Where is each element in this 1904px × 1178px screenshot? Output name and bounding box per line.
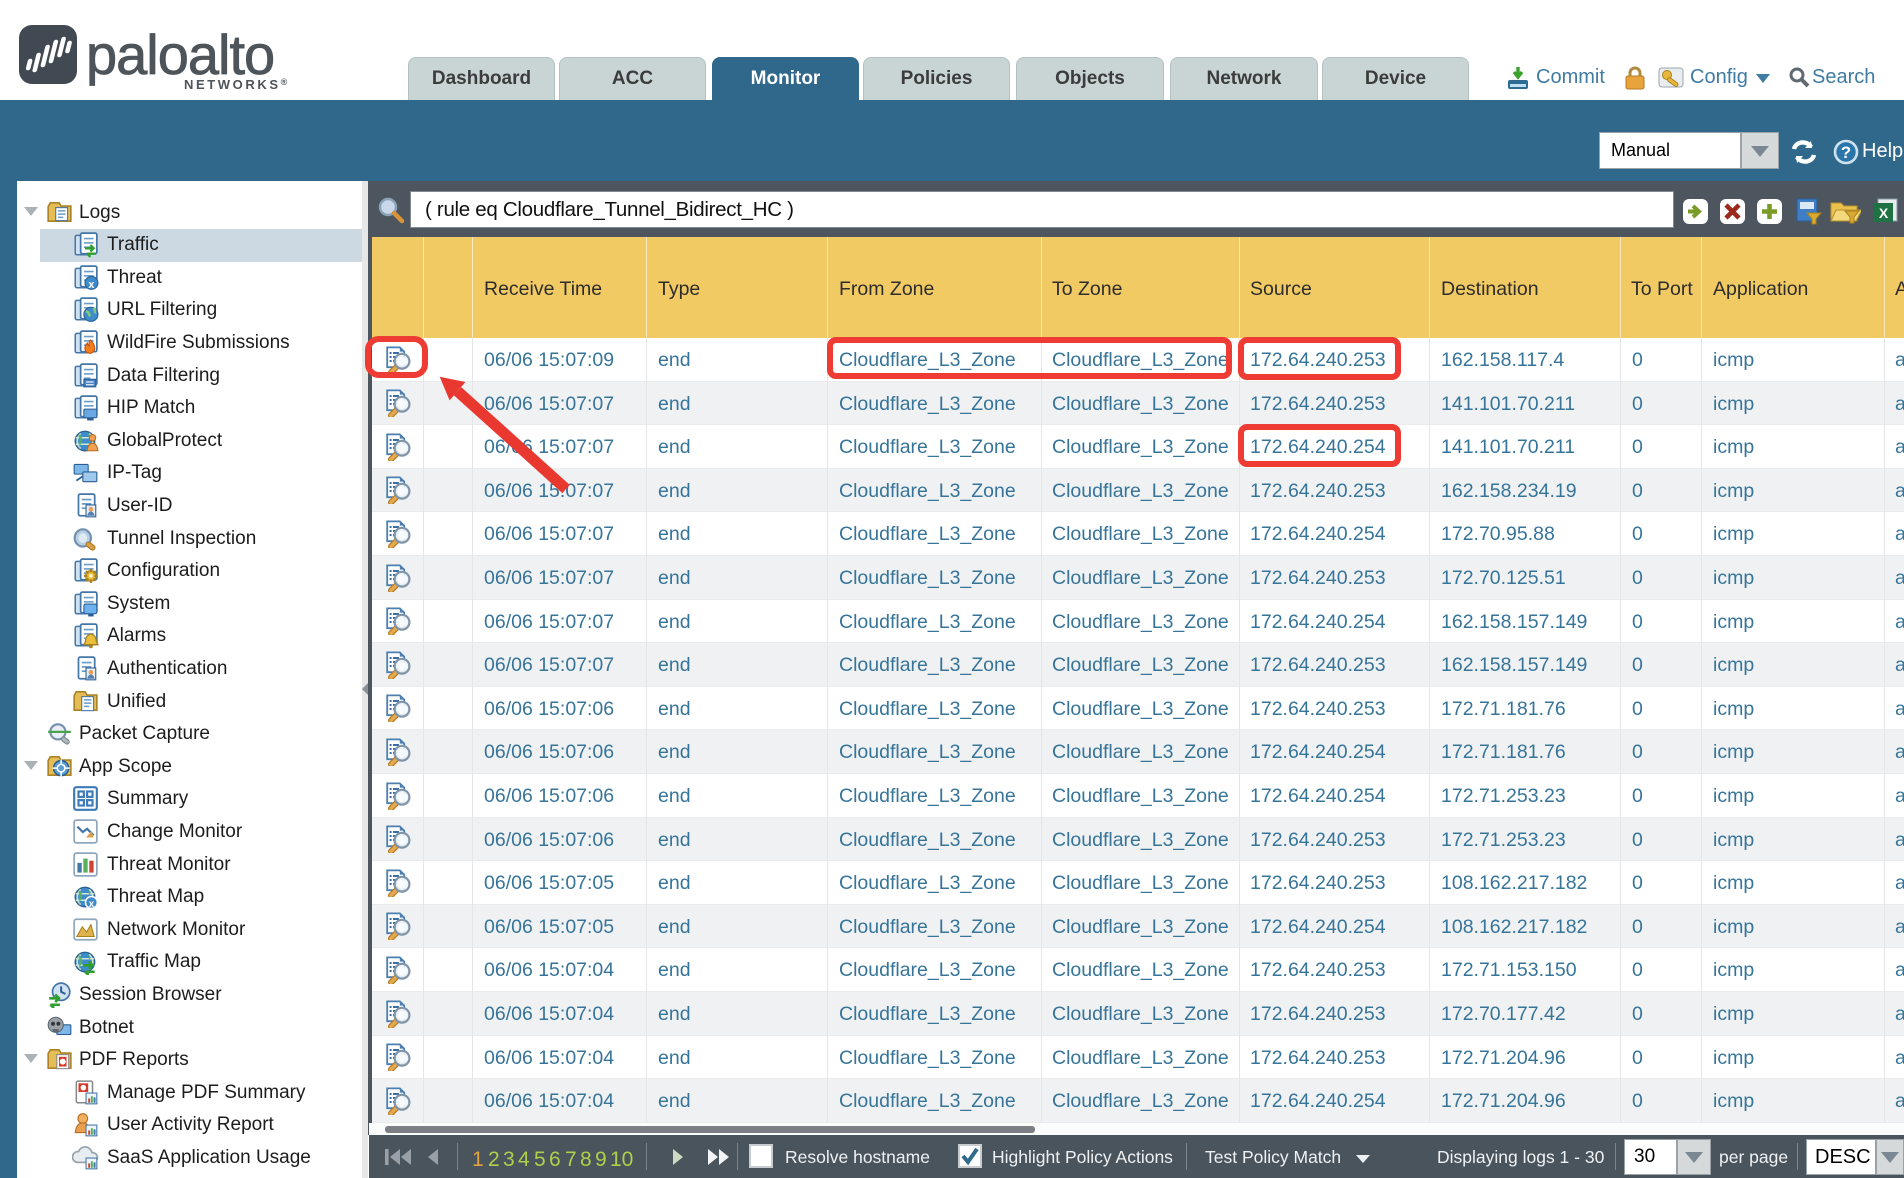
- svg-text:X: X: [1879, 205, 1889, 221]
- svg-text:?: ?: [1841, 143, 1851, 162]
- svg-text:x: x: [89, 899, 95, 910]
- svg-text:x: x: [88, 278, 94, 290]
